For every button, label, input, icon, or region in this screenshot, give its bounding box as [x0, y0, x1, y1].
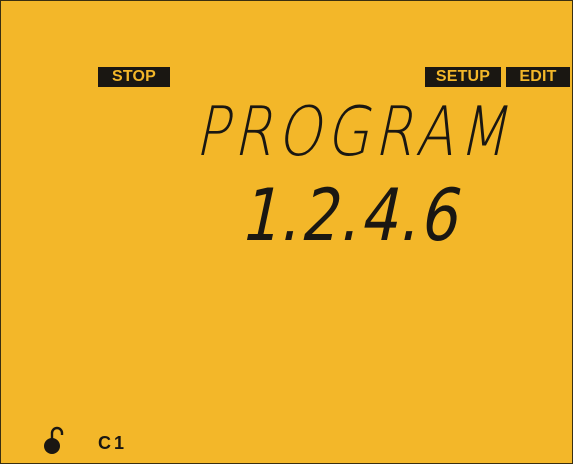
display-line-2: 1.2.4.6 — [236, 173, 472, 257]
edit-status-tag: EDIT — [506, 67, 570, 87]
display-line-1: PROGRAM — [190, 93, 524, 172]
unlocked-padlock-icon — [43, 425, 65, 455]
setup-status-tag: SETUP — [425, 67, 501, 87]
channel-indicator: C1 — [98, 433, 128, 453]
lcd-screen: STOP SETUP EDIT PROGRAM 1.2.4.6 C1 — [0, 0, 573, 464]
stop-status-tag: STOP — [98, 67, 170, 87]
